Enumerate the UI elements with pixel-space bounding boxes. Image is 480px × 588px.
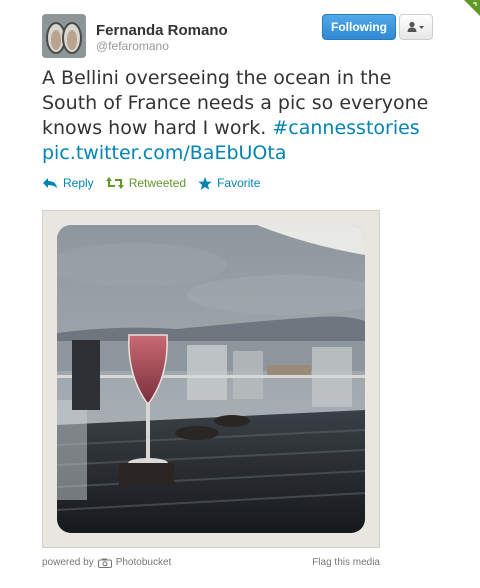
user-fullname[interactable]: Fernanda Romano [96, 22, 228, 39]
retweet-corner-icon [464, 0, 480, 16]
person-dropdown-icon [407, 21, 424, 32]
powered-by: powered by Photobucket [42, 557, 171, 568]
media-frame[interactable] [42, 210, 380, 548]
reply-action[interactable]: Reply [42, 176, 94, 190]
tweet-text: A Bellini overseeing the ocean in the So… [42, 66, 442, 166]
camera-icon [97, 558, 112, 568]
retweet-icon [105, 177, 124, 189]
retweeted-action[interactable]: Retweeted [105, 176, 187, 190]
avatar-image [42, 14, 86, 58]
star-icon [198, 176, 212, 190]
hashtag-link[interactable]: #cannesstories [272, 117, 419, 139]
favorite-label: Favorite [217, 176, 261, 190]
following-button[interactable]: Following [322, 14, 396, 40]
reply-icon [43, 178, 57, 188]
favorite-action[interactable]: Favorite [198, 176, 260, 190]
reply-label: Reply [63, 176, 94, 190]
bellini-ocean-photo [57, 225, 365, 533]
media-link[interactable]: pic.twitter.com/BaEbUOta [42, 142, 286, 164]
provider-link[interactable]: Photobucket [116, 557, 172, 568]
user-actions-dropdown[interactable] [399, 14, 433, 40]
powered-by-label: powered by [42, 557, 94, 568]
avatar[interactable] [42, 14, 86, 58]
user-screenname[interactable]: @fefaromano [96, 39, 228, 54]
tweet-photo[interactable] [57, 225, 365, 533]
tweet-actions: Reply Retweeted Favorite [42, 175, 272, 191]
media-footer: powered by Photobucket Flag this media [42, 556, 380, 572]
retweeted-label: Retweeted [128, 176, 187, 190]
flag-media-link[interactable]: Flag this media [312, 557, 380, 568]
tweet-header: Fernanda Romano @fefaromano Following [42, 14, 442, 58]
